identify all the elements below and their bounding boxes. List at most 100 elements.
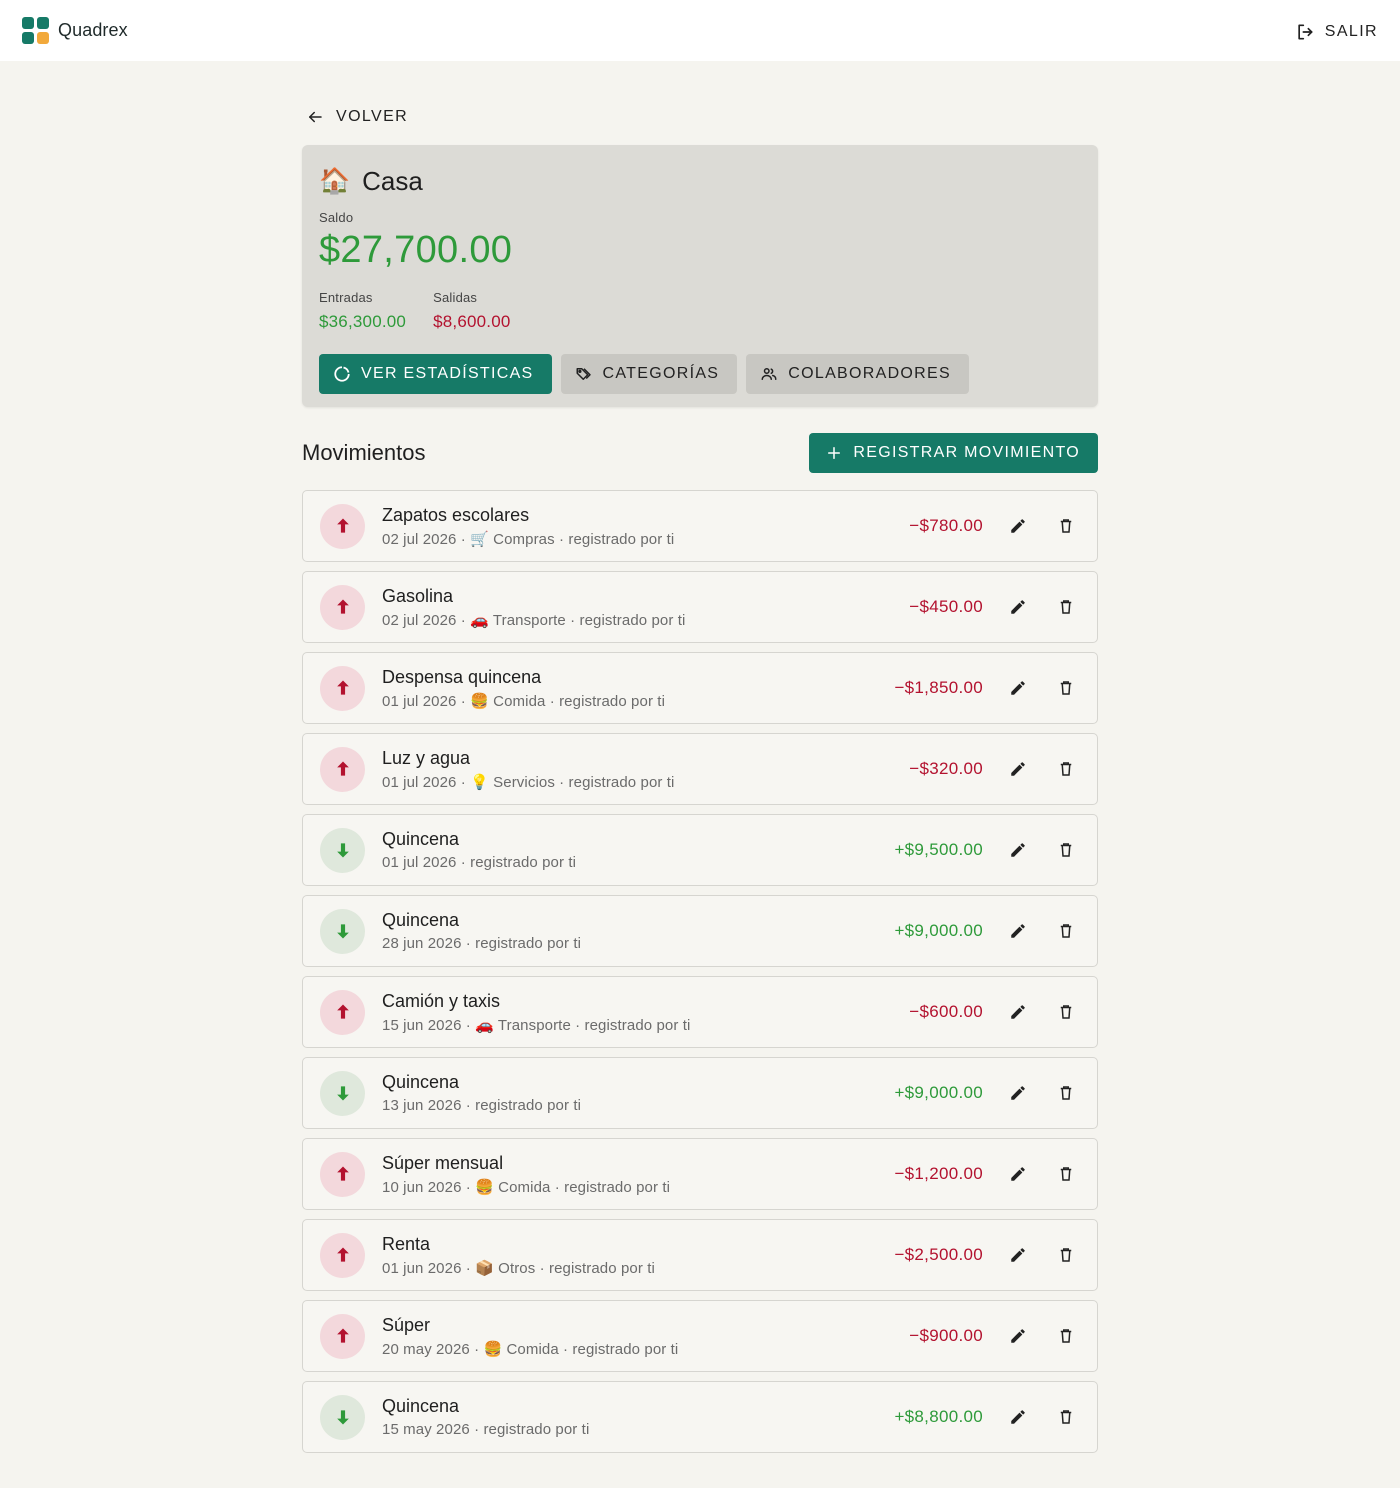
delete-button[interactable] [1053, 513, 1079, 539]
pencil-icon [1011, 1410, 1025, 1424]
movement-meta: 15 jun 2026 · 🚗 Transporte · registrado … [382, 1016, 691, 1034]
delete-button[interactable] [1053, 1404, 1079, 1430]
movement-meta: 15 may 2026 · registrado por ti [382, 1421, 590, 1438]
delete-button[interactable] [1053, 1080, 1079, 1106]
arrow-up-icon [336, 761, 349, 776]
edit-button[interactable] [1005, 594, 1031, 620]
movement-row[interactable]: Quincena 15 may 2026 · registrado por ti… [302, 1381, 1098, 1453]
movement-info: Luz y agua 01 jul 2026 · 💡 Servicios · r… [382, 748, 909, 791]
pencil-icon [1011, 681, 1025, 695]
movement-row[interactable]: Quincena 13 jun 2026 · registrado por ti… [302, 1057, 1098, 1129]
direction-badge [320, 584, 365, 630]
movement-meta: 28 jun 2026 · registrado por ti [382, 935, 582, 952]
categories-label: CATEGORÍAS [602, 365, 720, 382]
delete-button[interactable] [1053, 594, 1079, 620]
register-movement-button[interactable]: REGISTRAR MOVIMIENTO [809, 433, 1098, 473]
income-expense-summary: Entradas $36,300.00 Salidas $8,600.00 [319, 290, 1081, 332]
trash-icon [1060, 1005, 1072, 1019]
movement-description: Quincena [382, 829, 460, 849]
movement-meta: 01 jul 2026 · registrado por ti [382, 854, 577, 871]
movement-meta: 10 jun 2026 · 🍔 Comida · registrado por … [382, 1178, 671, 1196]
edit-button[interactable] [1005, 1161, 1031, 1187]
movement-amount: −$1,850.00 [894, 678, 983, 697]
movement-info: Quincena 01 jul 2026 · registrado por ti [382, 829, 894, 871]
pencil-icon [1011, 1167, 1025, 1181]
movement-row[interactable]: Súper 20 may 2026 · 🍔 Comida · registrad… [302, 1300, 1098, 1372]
movement-info: Quincena 15 may 2026 · registrado por ti [382, 1396, 894, 1438]
arrow-up-icon [336, 1004, 349, 1019]
movement-row[interactable]: Quincena 01 jul 2026 · registrado por ti… [302, 814, 1098, 886]
edit-button[interactable] [1005, 1080, 1031, 1106]
movement-row[interactable]: Luz y agua 01 jul 2026 · 💡 Servicios · r… [302, 733, 1098, 805]
movement-row[interactable]: Gasolina 02 jul 2026 · 🚗 Transporte · re… [302, 571, 1098, 643]
movement-amount: −$450.00 [909, 597, 983, 616]
edit-button[interactable] [1005, 1404, 1031, 1430]
edit-button[interactable] [1005, 1242, 1031, 1268]
delete-button[interactable] [1053, 1161, 1079, 1187]
delete-button[interactable] [1053, 837, 1079, 863]
direction-badge [320, 827, 365, 873]
brand-name: Quadrex [58, 20, 128, 40]
arrow-left-icon [309, 111, 322, 123]
arrow-up-icon [336, 1166, 349, 1181]
edit-button[interactable] [1005, 837, 1031, 863]
movement-description: Zapatos escolares [382, 504, 530, 525]
movement-row[interactable]: Renta 01 jun 2026 · 📦 Otros · registrado… [302, 1219, 1098, 1291]
expense-label: Salidas [433, 290, 478, 305]
edit-button[interactable] [1005, 918, 1031, 944]
arrow-up-icon [336, 1328, 349, 1343]
trash-icon [1060, 1086, 1072, 1100]
logout-button[interactable]: SALIR [1295, 22, 1378, 42]
movement-amount: −$2,500.00 [894, 1245, 983, 1264]
movement-description: Camión y taxis [382, 990, 501, 1011]
account-title: 🏠 Casa [319, 165, 1081, 197]
edit-button[interactable] [1005, 513, 1031, 539]
balance-amount: $27,700.00 [319, 229, 513, 271]
stats-label: VER ESTADÍSTICAS [361, 365, 534, 382]
delete-button[interactable] [1053, 756, 1079, 782]
delete-button[interactable] [1053, 999, 1079, 1025]
movement-meta: 13 jun 2026 · registrado por ti [382, 1097, 582, 1114]
categories-button[interactable]: CATEGORÍAS [560, 354, 738, 394]
direction-badge [320, 1313, 365, 1359]
people-icon [761, 368, 777, 380]
delete-button[interactable] [1053, 1242, 1079, 1268]
movement-amount: +$9,000.00 [894, 1083, 983, 1102]
edit-button[interactable] [1005, 999, 1031, 1025]
movements-list: Zapatos escolares 02 jul 2026 · 🛒 Compra… [302, 490, 1098, 1462]
account-name: Casa [362, 165, 423, 196]
main-content: VOLVER 🏠 Casa Saldo $27,700.00 Entradas … [302, 100, 1098, 1453]
pencil-icon [1011, 1005, 1025, 1019]
arrow-up-icon [336, 1247, 349, 1262]
movement-meta: 01 jul 2026 · 💡 Servicios · registrado p… [382, 773, 675, 791]
movement-row[interactable]: Zapatos escolares 02 jul 2026 · 🛒 Compra… [302, 490, 1098, 562]
delete-button[interactable] [1053, 1323, 1079, 1349]
movement-row[interactable]: Súper mensual 10 jun 2026 · 🍔 Comida · r… [302, 1138, 1098, 1210]
delete-button[interactable] [1053, 675, 1079, 701]
pencil-icon [1011, 762, 1025, 776]
collaborators-button[interactable]: COLABORADORES [746, 354, 969, 394]
movement-info: Súper mensual 10 jun 2026 · 🍔 Comida · r… [382, 1153, 894, 1196]
trash-icon [1060, 924, 1072, 938]
movement-meta: 02 jul 2026 · 🛒 Compras · registrado por… [382, 530, 675, 548]
arrow-up-icon [336, 599, 349, 614]
pencil-icon [1011, 1086, 1025, 1100]
edit-button[interactable] [1005, 756, 1031, 782]
stats-button[interactable]: VER ESTADÍSTICAS [319, 354, 552, 394]
delete-button[interactable] [1053, 918, 1079, 944]
edit-button[interactable] [1005, 1323, 1031, 1349]
direction-badge [320, 1070, 365, 1116]
edit-button[interactable] [1005, 675, 1031, 701]
logout-icon [1298, 24, 1313, 40]
movement-description: Luz y agua [382, 747, 471, 768]
brand[interactable]: Quadrex [22, 17, 128, 44]
expense-summary: Salidas $8,600.00 [433, 290, 510, 332]
movement-info: Súper 20 may 2026 · 🍔 Comida · registrad… [382, 1315, 909, 1358]
movement-row[interactable]: Camión y taxis 15 jun 2026 · 🚗 Transport… [302, 976, 1098, 1048]
back-label: VOLVER [336, 108, 409, 125]
movement-row[interactable]: Despensa quincena 01 jul 2026 · 🍔 Comida… [302, 652, 1098, 724]
pencil-icon [1011, 924, 1025, 938]
movement-amount: −$780.00 [909, 516, 983, 535]
movement-row[interactable]: Quincena 28 jun 2026 · registrado por ti… [302, 895, 1098, 967]
back-button[interactable]: VOLVER [302, 100, 1098, 134]
